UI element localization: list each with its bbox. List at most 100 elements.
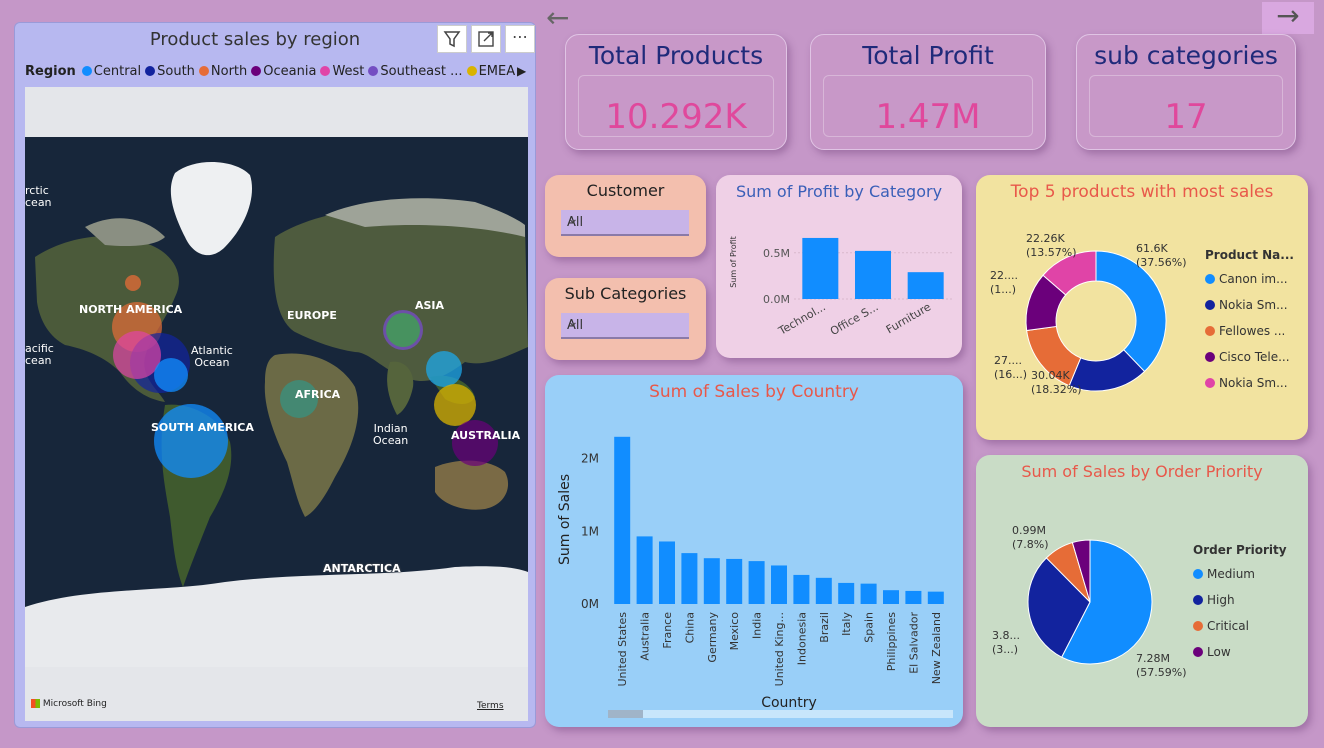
slicer-title: Customer bbox=[586, 181, 665, 200]
kpi-title: Total Profit bbox=[862, 41, 994, 70]
x-tick-label: Furniture bbox=[884, 300, 933, 336]
legend-item[interactable]: Central bbox=[81, 64, 142, 79]
subcategories-slicer: Sub Categories All ⌄ bbox=[545, 278, 706, 360]
y-tick-label: 0.5M bbox=[763, 247, 790, 260]
legend-item[interactable]: West bbox=[320, 64, 364, 79]
y-tick-label: 1M bbox=[581, 524, 599, 538]
legend-item[interactable]: North bbox=[198, 64, 247, 79]
legend-label: Nokia Sm... bbox=[1219, 298, 1288, 312]
map-label-atlantic: Atlantic Ocean bbox=[191, 344, 233, 369]
profit-by-category-card: Sum of Profit by Category 0.0M 0.5M Sum of… bbox=[716, 175, 962, 358]
map-title: Product sales by region bbox=[149, 29, 361, 50]
sales-by-country-card: Sum of Sales by Country 0M 1M 2M Sum of Sal… bbox=[545, 375, 963, 727]
legend-dot-icon bbox=[1193, 569, 1203, 579]
legend-label: Central bbox=[93, 64, 142, 79]
legend-item[interactable]: EMEA bbox=[466, 64, 515, 79]
map-label-europe: EUROPE bbox=[287, 309, 337, 322]
kpi-value: 1.47M bbox=[875, 97, 981, 137]
kpi-total-profit: Total Profit 1.47M bbox=[810, 34, 1046, 150]
data-label: (57.59%) bbox=[1136, 666, 1187, 679]
x-tick-label: Office S... bbox=[828, 300, 880, 338]
bar bbox=[771, 565, 787, 604]
map-label-indian: Indian Ocean bbox=[373, 422, 409, 447]
data-label: 30.04K bbox=[1031, 369, 1070, 382]
legend-item[interactable]: Southeast ... bbox=[368, 64, 463, 79]
legend-item[interactable]: Oceania bbox=[251, 64, 316, 79]
map-legend: Region Central South North Oceania West Southe… bbox=[25, 64, 515, 82]
map-canvas[interactable]: rctic cean acific cean NORTH AMERICA EUROP… bbox=[25, 87, 528, 721]
subcategories-dropdown[interactable]: All ⌄ bbox=[561, 313, 689, 339]
legend-dot-icon bbox=[466, 66, 477, 76]
back-arrow-icon[interactable]: ← bbox=[546, 4, 569, 32]
data-label: (1...) bbox=[990, 283, 1016, 296]
data-label: (16...) bbox=[994, 368, 1027, 381]
x-tick-label: New Zealand bbox=[930, 612, 943, 684]
x-tick-label: Philippines bbox=[885, 612, 898, 672]
legend-label: South bbox=[157, 64, 195, 79]
x-tick-label: China bbox=[683, 612, 696, 643]
chevron-down-icon: ⌄ bbox=[567, 314, 579, 330]
data-label: 0.99M bbox=[1012, 524, 1046, 537]
profit-bar-chart[interactable]: 0.0M0.5MSum of ProfitTechnol... Office S.… bbox=[716, 175, 962, 358]
slicer-title: Sub Categories bbox=[564, 284, 687, 303]
data-label: 22.26K bbox=[1026, 232, 1065, 245]
scrollbar-thumb[interactable] bbox=[608, 710, 643, 718]
map-label-africa: AFRICA bbox=[295, 388, 341, 401]
legend-dot-icon bbox=[1205, 352, 1215, 362]
legend-dot-icon bbox=[1205, 300, 1215, 310]
kpi-value: 10.292K bbox=[605, 97, 747, 137]
legend-dot-icon bbox=[1205, 326, 1215, 336]
legend-label: West bbox=[332, 64, 365, 79]
x-tick-label: France bbox=[661, 612, 674, 649]
bar bbox=[703, 558, 720, 604]
more-options-icon[interactable]: ⋯ bbox=[505, 25, 535, 53]
x-tick-label: Mexico bbox=[728, 612, 741, 651]
bar bbox=[815, 577, 832, 604]
bar bbox=[636, 536, 653, 604]
kpi-sub-categories: sub categories 17 bbox=[1076, 34, 1296, 150]
legend-label: Cisco Tele... bbox=[1219, 350, 1290, 364]
bing-logo: Microsoft Bing bbox=[31, 699, 107, 709]
bar bbox=[838, 582, 855, 604]
country-bar-chart[interactable]: 0M 1M 2M Sum of Sales United States Australia… bbox=[545, 375, 963, 727]
legend-dot-icon bbox=[81, 66, 92, 76]
horizontal-scrollbar[interactable] bbox=[608, 710, 953, 718]
legend-dot-icon bbox=[1193, 621, 1203, 631]
data-label: (13.57%) bbox=[1026, 246, 1077, 259]
focus-mode-icon[interactable] bbox=[471, 25, 501, 53]
y-tick-label: 2M bbox=[581, 452, 599, 466]
legend-label: Oceania bbox=[263, 64, 317, 79]
bar bbox=[855, 250, 891, 299]
legend-dot-icon bbox=[320, 66, 331, 76]
legend-title: Region bbox=[25, 64, 76, 79]
x-tick-label: Spain bbox=[863, 612, 876, 643]
legend-title: Product Na... bbox=[1205, 248, 1294, 262]
forward-arrow-icon[interactable]: → bbox=[1262, 2, 1314, 34]
x-tick-label: Italy bbox=[840, 612, 853, 636]
legend-scroll-right-icon[interactable]: ▶ bbox=[517, 64, 526, 78]
pie-slice bbox=[1095, 250, 1167, 373]
map-label-south-america: SOUTH AMERICA bbox=[151, 421, 254, 434]
legend-dot-icon bbox=[368, 66, 379, 76]
legend-item[interactable]: South bbox=[145, 64, 195, 79]
data-label: (3...) bbox=[992, 643, 1018, 656]
data-label: 7.28M bbox=[1136, 652, 1170, 665]
y-tick-label: 0M bbox=[581, 597, 599, 611]
terms-link[interactable]: Terms bbox=[477, 701, 504, 711]
customer-dropdown[interactable]: All ⌄ bbox=[561, 210, 689, 236]
data-label: (7.8%) bbox=[1012, 538, 1049, 551]
y-tick-label: 0.0M bbox=[763, 293, 790, 306]
x-tick-label: Germany bbox=[706, 612, 719, 663]
filter-icon[interactable] bbox=[437, 25, 467, 53]
top5-donut-chart[interactable]: 61.6K(37.56%) 30.04K(18.32%) 27....(16...)… bbox=[976, 175, 1308, 440]
map-label-arctic: rctic cean bbox=[25, 184, 52, 209]
data-label: (18.32%) bbox=[1031, 383, 1082, 396]
legend-label: Nokia Sm... bbox=[1219, 376, 1288, 390]
bar bbox=[614, 436, 631, 604]
y-axis-title: Sum of Sales bbox=[557, 474, 573, 565]
bar bbox=[927, 591, 944, 604]
x-tick-label: Australia bbox=[639, 612, 652, 661]
priority-pie-chart[interactable]: 7.28M(57.59%) 3.8...(3...) 0.99M(7.8%) Orde… bbox=[976, 455, 1308, 727]
data-label: 27.... bbox=[994, 354, 1022, 367]
x-tick-label: Indonesia bbox=[795, 612, 808, 665]
